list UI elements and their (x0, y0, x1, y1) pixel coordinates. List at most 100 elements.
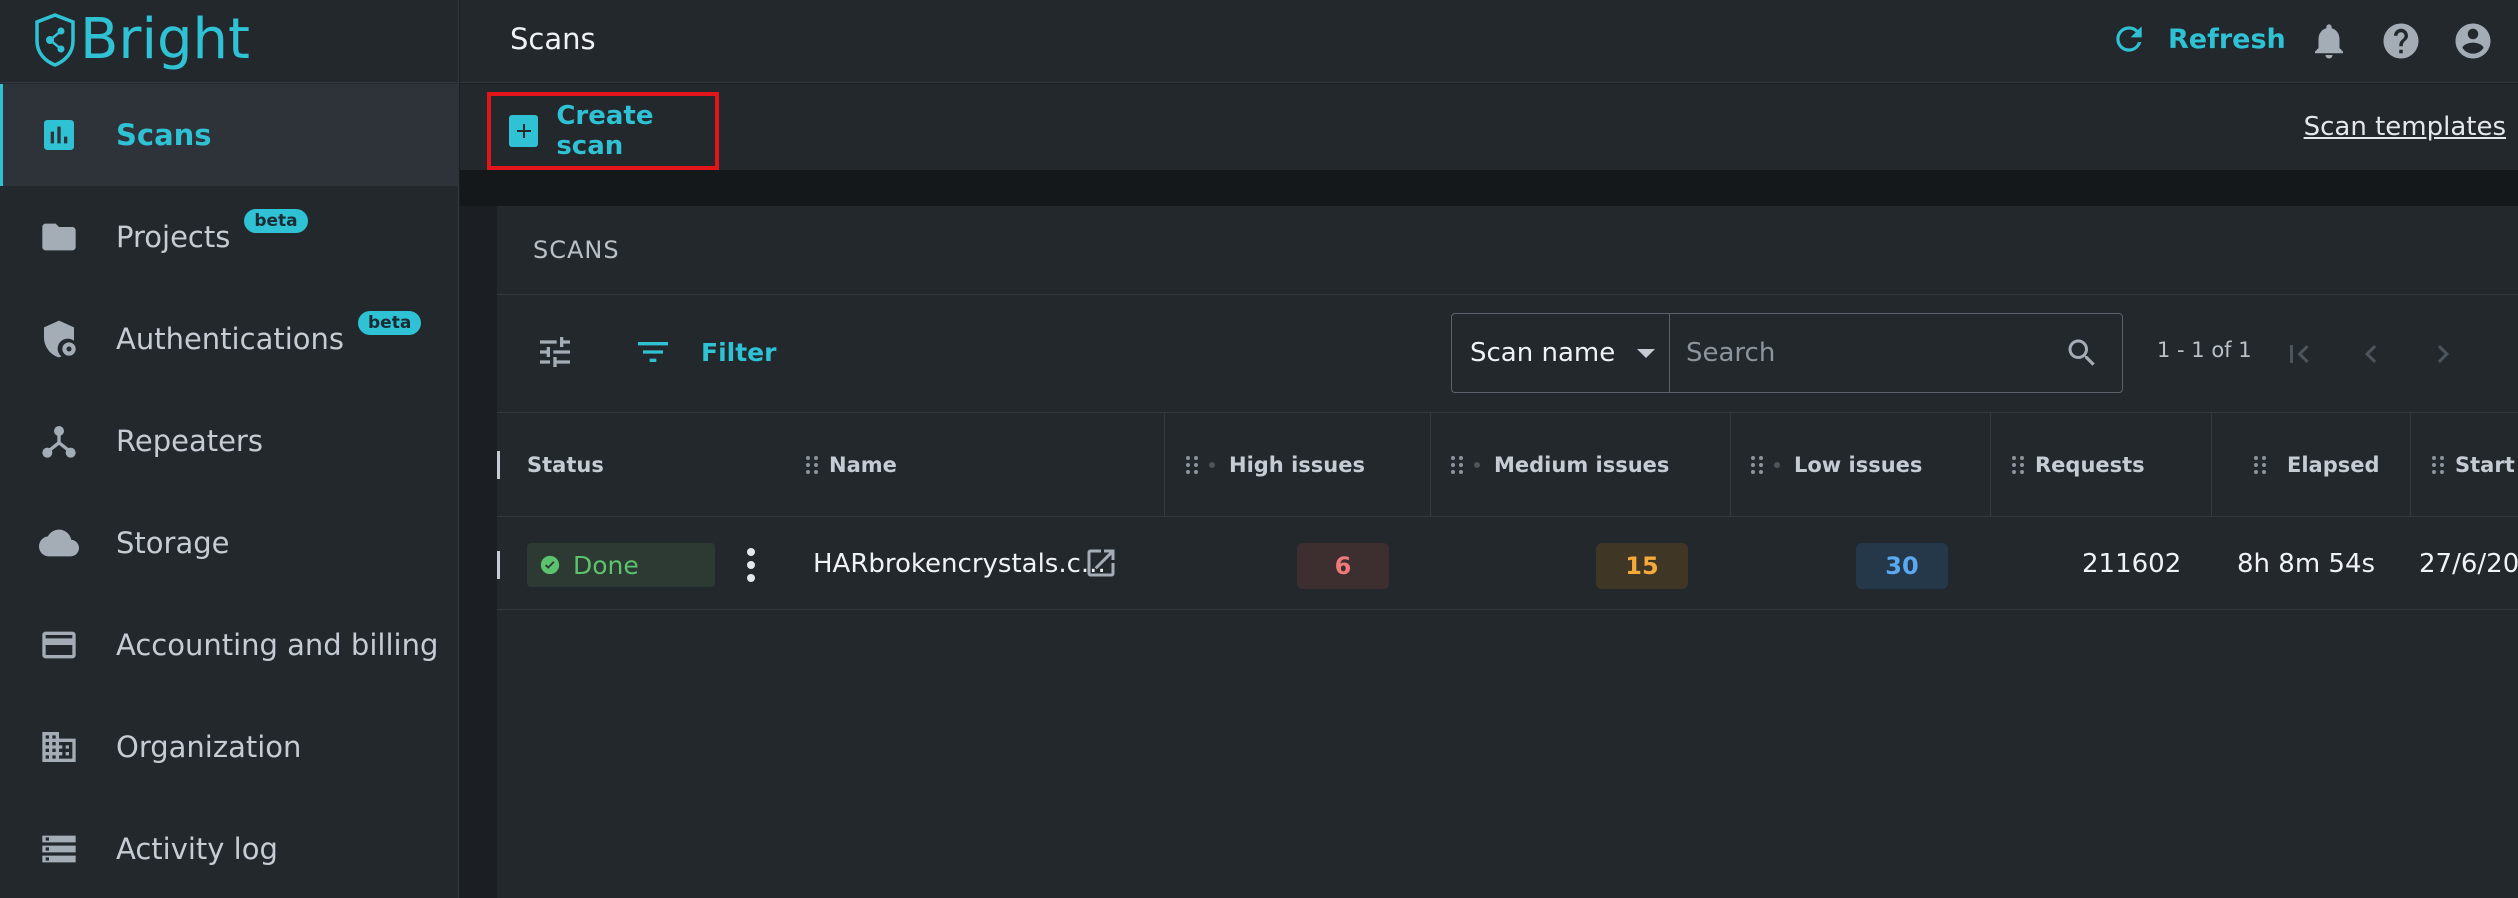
help-icon[interactable] (2380, 20, 2422, 62)
medium-issues-badge: 15 (1596, 543, 1688, 589)
sidebar-item-label: Repeaters (116, 424, 263, 458)
sidebar-item-organization[interactable]: Organization (0, 696, 459, 798)
drag-handle-icon[interactable] (2011, 455, 2025, 475)
status-badge: Done (527, 543, 715, 587)
sidebar-item-accounting-billing[interactable]: Accounting and billing (0, 594, 459, 696)
sidebar-item-label: Storage (116, 526, 230, 560)
refresh-button[interactable]: Refresh (2110, 20, 2286, 58)
shield-lock-icon (38, 318, 80, 360)
column-status[interactable]: Status (527, 413, 604, 516)
brand-name: Bright (80, 7, 250, 72)
brand-logo[interactable]: Bright (34, 8, 250, 72)
open-in-new-icon[interactable] (1083, 545, 1119, 581)
account-icon[interactable] (2452, 20, 2494, 62)
scans-card: SCANS Filter Scan name 1 - 1 of 1 (497, 206, 2518, 898)
sidebar-item-label: Accounting and billing (116, 628, 439, 662)
sidebar-item-projects[interactable]: Projects beta (0, 186, 459, 288)
table-row[interactable]: Done HARbrokencrystals.c... 6 15 30 2116… (497, 517, 2518, 613)
first-page-icon[interactable] (2281, 336, 2317, 372)
sidebar-item-label: Organization (116, 730, 302, 764)
check-circle-icon (540, 555, 560, 575)
bar-chart-icon (38, 114, 80, 156)
column-divider (1990, 413, 1991, 516)
sidebar-item-repeaters[interactable]: Repeaters (0, 390, 459, 492)
search-box: Scan name (1451, 313, 2123, 393)
bright-shield-icon (35, 13, 75, 67)
sidebar-item-activity-log[interactable]: Activity log (0, 798, 459, 898)
scan-templates-link[interactable]: Scan templates (2304, 112, 2506, 142)
column-start-time[interactable]: Start t (2431, 413, 2518, 516)
high-issues-badge: 6 (1297, 543, 1389, 589)
search-field-select[interactable]: Scan name (1452, 314, 1670, 392)
search-icon[interactable] (2042, 314, 2122, 392)
create-scan-button[interactable]: Create scan (487, 92, 719, 170)
sidebar-item-label: Activity log (116, 832, 278, 866)
page-title: Scans (510, 22, 596, 56)
cloud-icon (38, 522, 80, 564)
row-divider (497, 609, 2518, 610)
sort-indicator (1774, 461, 1780, 468)
refresh-icon (2116, 26, 2142, 52)
sidebar-item-scans[interactable]: Scans (0, 84, 459, 186)
column-divider (2211, 413, 2212, 516)
plus-icon (509, 115, 539, 147)
column-elapsed[interactable]: Elapsed (2253, 413, 2380, 516)
beta-badge: beta (244, 209, 308, 233)
action-bar: Create scan Scan templates (460, 84, 2518, 170)
refresh-label: Refresh (2168, 23, 2286, 55)
column-divider (2410, 413, 2411, 516)
filter-icon (638, 342, 668, 362)
drag-handle-icon[interactable] (805, 455, 819, 475)
sort-indicator (1209, 461, 1215, 468)
row-marker (497, 551, 500, 579)
beta-badge: beta (358, 311, 422, 335)
building-icon (38, 726, 80, 768)
row-marker (497, 451, 500, 479)
column-high-issues[interactable]: High issues (1185, 413, 1365, 516)
sidebar-item-label: Scans (116, 118, 212, 152)
filter-button[interactable]: Filter (633, 332, 776, 372)
table-header: Status Name High issues Medium issues Lo… (497, 413, 2518, 516)
list-icon (38, 828, 80, 870)
sidebar-divider (0, 82, 459, 83)
notifications-icon[interactable] (2308, 20, 2350, 62)
more-options-icon[interactable] (745, 547, 757, 583)
top-bar: Scans Refresh (460, 0, 2518, 83)
folder-icon (38, 216, 80, 258)
status-label: Done (573, 550, 639, 580)
search-field-value: Scan name (1470, 338, 1616, 368)
drag-handle-icon[interactable] (1450, 455, 1464, 475)
requests-count: 211602 (2082, 549, 2182, 579)
sort-indicator (1474, 461, 1480, 468)
drag-handle-icon[interactable] (2431, 455, 2445, 475)
column-settings-icon[interactable] (535, 332, 575, 372)
sidebar-item-storage[interactable]: Storage (0, 492, 459, 594)
drag-handle-icon[interactable] (1750, 455, 1764, 475)
column-divider (1430, 413, 1431, 516)
credit-card-icon (38, 624, 80, 666)
column-low-issues[interactable]: Low issues (1750, 413, 1922, 516)
search-input[interactable] (1670, 314, 2042, 392)
prev-page-icon[interactable] (2353, 336, 2389, 372)
column-name[interactable]: Name (805, 413, 897, 516)
network-icon (38, 420, 80, 462)
next-page-icon[interactable] (2425, 336, 2461, 372)
column-medium-issues[interactable]: Medium issues (1450, 413, 1669, 516)
content-gap (460, 170, 2518, 206)
low-issues-badge: 30 (1856, 543, 1948, 589)
app-root: Bright Scans Projects beta Authenticatio… (0, 0, 2518, 898)
column-requests[interactable]: Requests (2011, 413, 2145, 516)
create-scan-label: Create scan (556, 101, 654, 161)
caret-down-icon (1637, 348, 1656, 358)
card-title: SCANS (533, 236, 620, 264)
sidebar-item-label: Projects (116, 220, 231, 254)
sidebar-item-authentications[interactable]: Authentications beta (0, 288, 459, 390)
drag-handle-icon[interactable] (1185, 455, 1199, 475)
sidebar-item-label: Authentications (116, 322, 344, 356)
scan-name[interactable]: HARbrokencrystals.c... (813, 549, 1106, 579)
elapsed-time: 8h 8m 54s (2237, 549, 2376, 579)
column-divider (1730, 413, 1731, 516)
drag-handle-icon[interactable] (2253, 455, 2267, 475)
start-time: 27/6/20 (2419, 549, 2518, 579)
filter-label: Filter (701, 337, 777, 367)
